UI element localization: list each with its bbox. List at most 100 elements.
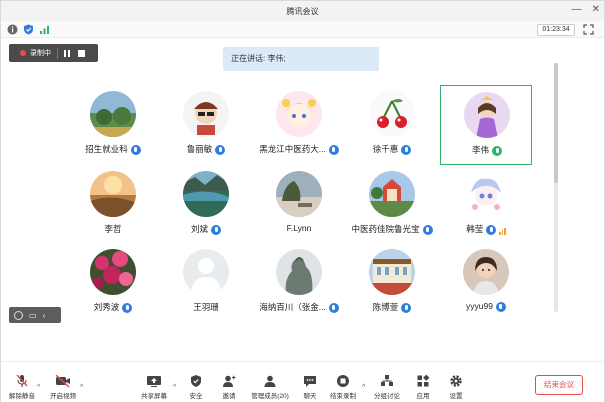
speaking-banner: 正在讲话: 李伟; xyxy=(223,47,379,71)
participant-avatar xyxy=(369,91,415,137)
participant-tile[interactable]: yyyu99 xyxy=(440,243,532,323)
participant-tile[interactable]: 刘斌 xyxy=(160,165,252,245)
settings-button[interactable]: 设置 xyxy=(436,374,476,400)
recording-label: 录制中 xyxy=(30,50,51,57)
participant-name-row: 中医药佳院鲁光宝 xyxy=(346,223,438,235)
collapse-icon[interactable]: ‹ xyxy=(43,311,46,320)
meeting-window: 腾讯会议 — ✕ 01:23:34 录制中 正在讲话: 李伟; 招生就业科 鲁丽敏… xyxy=(0,0,605,402)
participant-name: 黑龙江中医药大... xyxy=(259,144,326,154)
gear-icon xyxy=(450,375,462,387)
recording-dot-icon xyxy=(20,50,26,56)
participant-avatar xyxy=(463,171,509,217)
microphone-icon xyxy=(211,224,221,235)
stop-recording-icon[interactable] xyxy=(78,49,85,57)
video-options-caret[interactable]: ^ xyxy=(80,384,83,391)
participant-tile[interactable]: 中医药佳院鲁光宝 xyxy=(346,165,438,245)
security-shield-icon xyxy=(191,375,201,387)
security-label: 安全 xyxy=(189,393,203,400)
participant-name: 徐千惠 xyxy=(372,144,399,154)
participant-name: F.Lynn xyxy=(286,223,312,233)
window-title: 腾讯会议 xyxy=(286,6,319,16)
record-options-caret[interactable]: ^ xyxy=(362,384,365,391)
microphone-icon xyxy=(130,144,141,155)
scrollbar-thumb[interactable] xyxy=(554,63,558,183)
chat-icon xyxy=(304,376,316,387)
start-video-label: 开启视频 xyxy=(50,393,76,400)
share-screen-button[interactable]: 共享屏幕 xyxy=(134,374,174,400)
participant-tile[interactable]: 徐千惠 xyxy=(346,85,438,165)
info-icon[interactable] xyxy=(7,24,18,35)
microphone-icon xyxy=(122,302,133,313)
participant-avatar xyxy=(276,171,322,217)
participant-name-row: 王羽珊 xyxy=(160,301,252,313)
participant-avatar xyxy=(90,171,136,217)
participant-name-row: F.Lynn xyxy=(253,223,345,233)
participant-tile[interactable]: 王羽珊 xyxy=(160,243,252,323)
meeting-timer: 01:23:34 xyxy=(537,24,575,36)
recording-control: 录制中 xyxy=(9,44,98,62)
manage-members-button[interactable]: 管理成员(20) xyxy=(245,374,295,400)
microphone-icon xyxy=(401,144,412,155)
participant-name: 刘斌 xyxy=(190,224,208,234)
breakout-button[interactable]: 分组讨论 xyxy=(367,374,407,400)
microphone-muted-icon xyxy=(16,374,28,387)
minimize-icon[interactable]: — xyxy=(572,4,582,15)
participant-avatar xyxy=(369,249,415,295)
microphone-icon xyxy=(215,144,226,155)
audio-options-caret[interactable]: ^ xyxy=(37,384,40,391)
unmute-label: 解除静音 xyxy=(9,393,35,400)
participant-tile[interactable]: 李哲 xyxy=(67,165,159,245)
participant-avatar xyxy=(464,92,510,138)
emoji-icon[interactable] xyxy=(14,310,23,320)
network-signal-icon[interactable] xyxy=(39,24,50,35)
share-screen-label: 共享屏幕 xyxy=(141,393,167,400)
start-video-button[interactable]: 开启视频 xyxy=(43,374,83,400)
pause-recording-icon[interactable] xyxy=(64,49,70,57)
members-icon xyxy=(264,375,276,387)
participant-tile[interactable]: 招生就业科 xyxy=(67,85,159,165)
participant-name: yyyu99 xyxy=(466,301,493,311)
participant-tile[interactable]: 鲁丽敏 xyxy=(160,85,252,165)
participant-name-row: yyyu99 xyxy=(440,301,532,312)
participant-name: 刘秀波 xyxy=(93,302,120,312)
microphone-icon xyxy=(328,302,339,313)
participant-tile[interactable]: 刘秀波 xyxy=(67,243,159,323)
participant-name-row: 黑龙江中医药大... xyxy=(253,143,345,155)
participant-avatar xyxy=(183,249,229,295)
participant-name: 王羽珊 xyxy=(193,302,219,312)
participant-avatar xyxy=(463,249,509,295)
participant-tile[interactable]: 李伟 xyxy=(440,85,532,165)
caption-icon[interactable]: ▭ xyxy=(29,311,37,320)
participant-tile[interactable]: 陈博萱 xyxy=(346,243,438,323)
camera-off-icon xyxy=(55,374,70,388)
fullscreen-icon[interactable] xyxy=(583,24,594,35)
invite-label: 邀请 xyxy=(222,393,236,400)
participant-name: 李伟 xyxy=(471,145,489,155)
invite-button[interactable]: 邀请 xyxy=(209,374,249,400)
participant-name: 招生就业科 xyxy=(85,144,128,154)
stop-recording-label: 结束录制 xyxy=(330,393,356,400)
unmute-button[interactable]: 解除静音 xyxy=(2,374,42,400)
breakout-label: 分组讨论 xyxy=(374,393,400,400)
microphone-icon xyxy=(401,302,412,313)
status-bar: 01:23:34 xyxy=(1,21,604,38)
stop-recording-button[interactable]: 结束录制 xyxy=(323,374,363,400)
shield-icon[interactable] xyxy=(23,24,34,35)
breakout-rooms-icon xyxy=(381,375,393,386)
participant-tile[interactable]: 韩莹 xyxy=(440,165,532,245)
participant-avatar xyxy=(183,91,229,137)
weak-signal-icon xyxy=(498,225,506,235)
title-bar: 腾讯会议 — ✕ xyxy=(1,1,604,21)
close-icon[interactable]: ✕ xyxy=(592,4,600,15)
participant-tile[interactable]: 海纳百川（张金... xyxy=(253,243,345,323)
participant-avatar xyxy=(369,171,415,217)
participant-name: 海纳百川（张金... xyxy=(259,302,326,312)
participant-name-row: 陈博萱 xyxy=(346,301,438,313)
microphone-icon xyxy=(495,301,506,312)
record-stop-icon xyxy=(337,375,349,387)
grid-scrollbar[interactable] xyxy=(554,63,558,312)
participant-tile[interactable]: 黑龙江中医药大... xyxy=(253,85,345,165)
participant-name-row: 徐千惠 xyxy=(346,143,438,155)
participant-tile[interactable]: F.Lynn xyxy=(253,165,345,245)
end-meeting-button[interactable]: 结束会议 xyxy=(535,375,583,395)
